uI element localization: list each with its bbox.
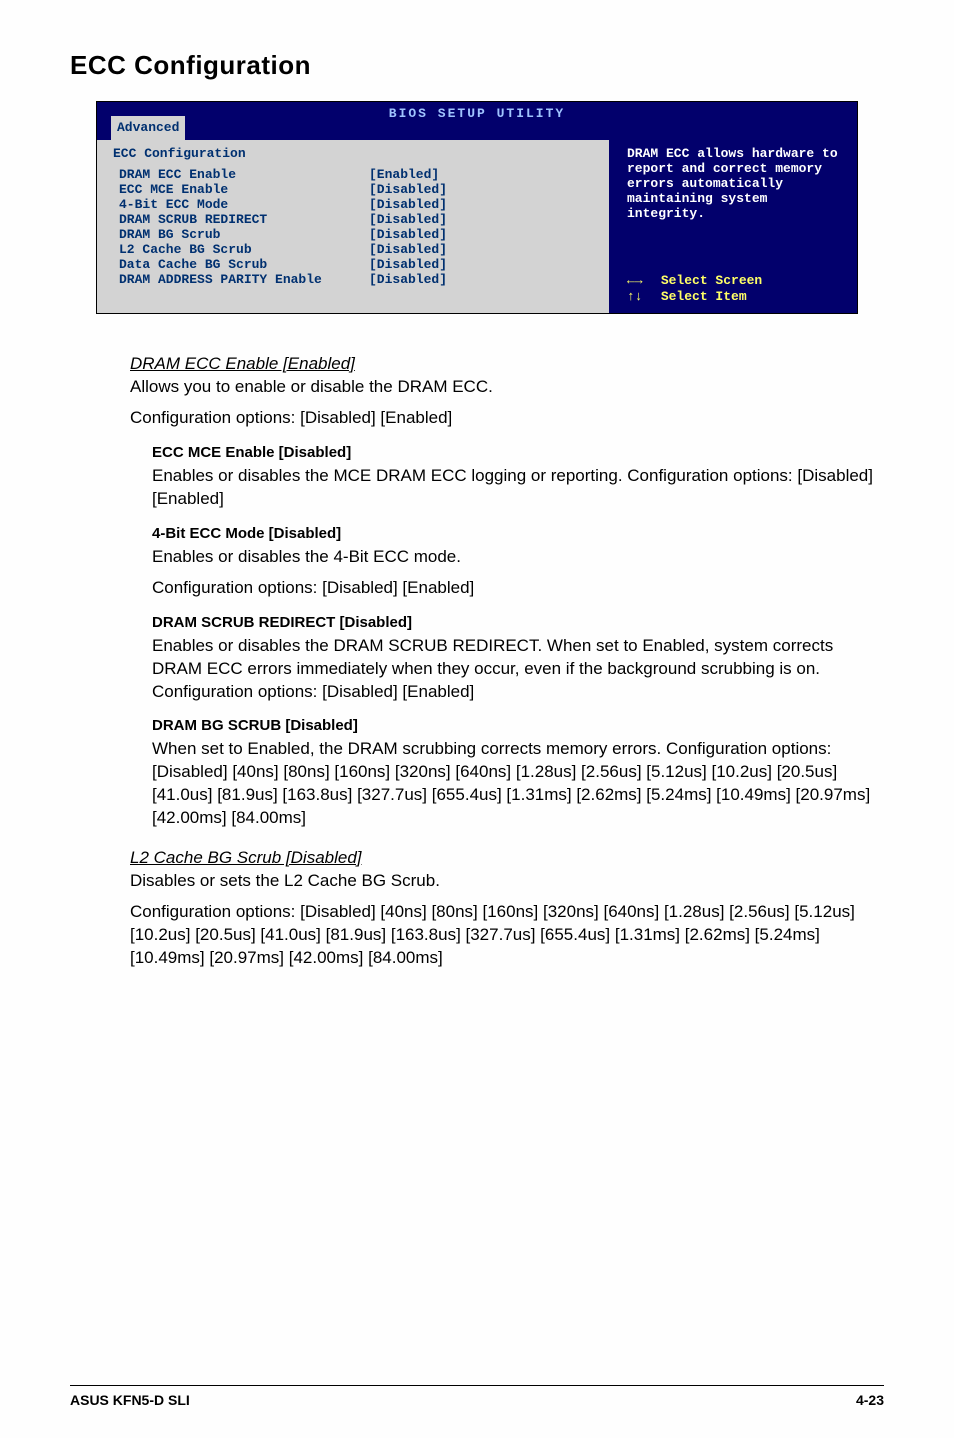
- bios-row-value: [Enabled]: [369, 167, 439, 182]
- bios-screenshot: BIOS SETUP UTILITY Advanced ECC Configur…: [96, 101, 858, 314]
- bios-row-label: DRAM ADDRESS PARITY Enable: [119, 272, 369, 287]
- bios-row-value: [Disabled]: [369, 242, 447, 257]
- option-dram-ecc-enable-desc: Allows you to enable or disable the DRAM…: [130, 376, 874, 399]
- option-scrub-redirect-desc: Enables or disables the DRAM SCRUB REDIR…: [152, 635, 874, 704]
- section-title: ECC Configuration: [70, 50, 884, 81]
- option-4bit-ecc-desc2: Configuration options: [Disabled] [Enabl…: [152, 577, 874, 600]
- bios-row-value: [Disabled]: [369, 197, 447, 212]
- bios-row-label: DRAM SCRUB REDIRECT: [119, 212, 369, 227]
- option-dram-ecc-enable-config: Configuration options: [Disabled] [Enabl…: [130, 407, 874, 430]
- option-ecc-mce-desc: Enables or disables the MCE DRAM ECC log…: [152, 465, 874, 511]
- option-4bit-ecc-title: 4-Bit ECC Mode [Disabled]: [152, 525, 874, 542]
- bios-row: Data Cache BG Scrub [Disabled]: [119, 257, 599, 272]
- bios-row: 4-Bit ECC Mode [Disabled]: [119, 197, 599, 212]
- bios-row-label: DRAM ECC Enable: [119, 167, 369, 182]
- nav-select-screen: Select Screen: [661, 273, 762, 288]
- bios-left-panel: ECC Configuration DRAM ECC Enable [Enabl…: [97, 140, 609, 313]
- page-footer: ASUS KFN5-D SLI 4-23: [70, 1385, 884, 1408]
- option-l2-cache-desc2: Configuration options: [Disabled] [40ns]…: [130, 901, 874, 970]
- option-bg-scrub-title: DRAM BG SCRUB [Disabled]: [152, 717, 874, 734]
- arrow-left-right-icon: ←→: [627, 273, 653, 289]
- bios-panel-heading: ECC Configuration: [113, 146, 599, 161]
- content-body: DRAM ECC Enable [Enabled] Allows you to …: [70, 354, 884, 970]
- option-4bit-ecc-desc1: Enables or disables the 4-Bit ECC mode.: [152, 546, 874, 569]
- option-dram-ecc-enable-title: DRAM ECC Enable [Enabled]: [130, 354, 874, 374]
- arrow-up-down-icon: ↑↓: [627, 289, 653, 305]
- bios-row-value: [Disabled]: [369, 257, 447, 272]
- bios-row-label: L2 Cache BG Scrub: [119, 242, 369, 257]
- bios-row: L2 Cache BG Scrub [Disabled]: [119, 242, 599, 257]
- bios-row: DRAM SCRUB REDIRECT [Disabled]: [119, 212, 599, 227]
- bios-row-label: DRAM BG Scrub: [119, 227, 369, 242]
- bios-row-label: ECC MCE Enable: [119, 182, 369, 197]
- bios-nav: ←→ Select Screen ↑↓ Select Item: [627, 273, 762, 305]
- bios-help-text: DRAM ECC allows hardware to report and c…: [627, 146, 847, 221]
- option-scrub-redirect-title: DRAM SCRUB REDIRECT [Disabled]: [152, 614, 874, 631]
- option-l2-cache-desc1: Disables or sets the L2 Cache BG Scrub.: [130, 870, 874, 893]
- bios-row: DRAM ECC Enable [Enabled]: [119, 167, 599, 182]
- bios-tab-advanced: Advanced: [111, 116, 185, 140]
- bios-row: DRAM BG Scrub [Disabled]: [119, 227, 599, 242]
- footer-page-number: 4-23: [856, 1392, 884, 1408]
- bios-row: DRAM ADDRESS PARITY Enable [Disabled]: [119, 272, 599, 287]
- bios-header-title: BIOS SETUP UTILITY: [97, 102, 857, 124]
- option-l2-cache-title: L2 Cache BG Scrub [Disabled]: [130, 848, 874, 868]
- option-ecc-mce-title: ECC MCE Enable [Disabled]: [152, 444, 874, 461]
- bios-row-label: Data Cache BG Scrub: [119, 257, 369, 272]
- nav-select-item: Select Item: [661, 289, 747, 304]
- bios-row: ECC MCE Enable [Disabled]: [119, 182, 599, 197]
- bios-row-value: [Disabled]: [369, 212, 447, 227]
- footer-product: ASUS KFN5-D SLI: [70, 1392, 190, 1408]
- option-bg-scrub-desc: When set to Enabled, the DRAM scrubbing …: [152, 738, 874, 830]
- bios-row-value: [Disabled]: [369, 272, 447, 287]
- bios-row-value: [Disabled]: [369, 182, 447, 197]
- bios-right-panel: DRAM ECC allows hardware to report and c…: [609, 140, 857, 313]
- bios-header: BIOS SETUP UTILITY Advanced: [97, 102, 857, 140]
- bios-row-value: [Disabled]: [369, 227, 447, 242]
- bios-row-label: 4-Bit ECC Mode: [119, 197, 369, 212]
